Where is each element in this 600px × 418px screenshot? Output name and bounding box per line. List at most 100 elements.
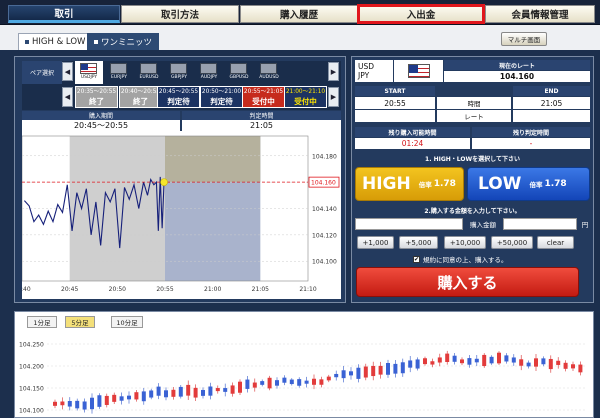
buy-button[interactable]: 購入する xyxy=(356,267,579,297)
timeframe-1min-button[interactable]: 1分足 xyxy=(27,316,57,328)
pair-next-arrow[interactable]: ▶ xyxy=(328,62,339,81)
low-payout-label: 倍率 xyxy=(529,181,543,189)
add-1000-button[interactable]: +1,000 xyxy=(357,236,394,249)
time-slot[interactable]: 20:40～20:55 終了 xyxy=(119,86,162,108)
candle-body xyxy=(90,397,94,410)
chevron-left-icon: ◀ xyxy=(64,93,71,101)
candle-body xyxy=(75,400,80,409)
judge-time-value: 21:05 xyxy=(182,120,341,131)
pair-code-top: USD xyxy=(358,62,375,71)
candle-body xyxy=(423,358,427,365)
pair-eurusd[interactable]: EURUSD xyxy=(135,61,163,84)
candle-body xyxy=(400,362,405,374)
tick-chart-svg: 104.180 104.160 104.140 104.120 104.100 20:40… xyxy=(13,135,340,293)
high-payout-value: 1.78 xyxy=(433,179,456,189)
candle-body xyxy=(275,380,279,386)
candle-body xyxy=(489,356,494,364)
multi-screen-button[interactable]: マルチ画面 xyxy=(501,32,547,46)
judge-time-label: 判定時間 xyxy=(182,111,341,120)
start-rate-value xyxy=(355,110,435,122)
timeframe-5min-button[interactable]: 5分足 xyxy=(65,316,95,328)
uk-flag-icon xyxy=(230,63,247,74)
candle-body xyxy=(482,354,487,367)
time-slot[interactable]: 21:00～21:10 受付中 xyxy=(284,86,327,108)
candle-body xyxy=(497,352,501,364)
pair-gbpusd[interactable]: GBPUSD xyxy=(225,61,253,84)
y-tick-label: 104.180 xyxy=(312,153,337,160)
time-slot[interactable]: 20:45～20:55 判定待 xyxy=(157,86,200,108)
candle-body xyxy=(67,400,72,407)
tab-purchase-history[interactable]: 購入履歴 xyxy=(240,5,358,23)
candle-body xyxy=(304,380,309,384)
pair-usdjpy[interactable]: USDJPY xyxy=(75,61,103,84)
pair-label: AUDJPY xyxy=(200,75,218,80)
current-rate-value: 104.160 xyxy=(444,71,590,82)
candle-body xyxy=(504,355,509,362)
square-icon xyxy=(94,40,98,44)
time-slot[interactable]: 20:50～21:00 判定待 xyxy=(200,86,243,108)
candle-body xyxy=(252,382,257,388)
low-button[interactable]: LOW 倍率 1.78 xyxy=(467,167,590,201)
pair-audusd[interactable]: AUDUSD xyxy=(255,61,283,84)
time-slot[interactable]: 20:35～20:55 終了 xyxy=(75,86,118,108)
amount-input[interactable] xyxy=(503,218,577,230)
pair-gbpjpy[interactable]: GBPJPY xyxy=(165,61,193,84)
uk-flag-icon xyxy=(170,63,187,74)
candle-body xyxy=(563,362,568,369)
tab-member-info[interactable]: 会員情報管理 xyxy=(485,5,595,23)
slot-prev-arrow[interactable]: ◀ xyxy=(62,87,73,107)
y-tick-label: 104.120 xyxy=(312,232,337,239)
tab-trading-method[interactable]: 取引方法 xyxy=(121,5,239,23)
candle-body xyxy=(556,360,561,365)
candle-body xyxy=(571,364,575,369)
candle-body xyxy=(319,379,324,385)
candle-body xyxy=(519,359,524,366)
candle-body xyxy=(60,401,65,406)
add-10000-button[interactable]: +10,000 xyxy=(444,236,486,249)
pair-audjpy[interactable]: AUDJPY xyxy=(195,61,223,84)
candle-body xyxy=(267,377,272,389)
candle-body xyxy=(119,396,124,401)
candle-body xyxy=(526,362,531,367)
candle-body xyxy=(467,358,472,365)
eu-flag-icon xyxy=(110,63,127,74)
end-value: 21:05 xyxy=(513,97,590,109)
au-flag-icon xyxy=(260,63,277,74)
amount-spacer-field xyxy=(355,218,463,230)
pair-eurjpy[interactable]: EURJPY xyxy=(105,61,133,84)
pair-select-label: ペア選択 xyxy=(22,61,62,84)
tab-one-minute[interactable]: ワンミニッツ xyxy=(87,33,160,50)
agree-checkbox[interactable]: ✔ xyxy=(413,255,420,263)
add-5000-button[interactable]: +5,000 xyxy=(399,236,438,249)
high-button[interactable]: HIGH 倍率 1.78 xyxy=(355,167,464,201)
candle-body xyxy=(371,365,376,377)
tab-high-low[interactable]: HIGH & LOW xyxy=(18,33,93,50)
candle-body xyxy=(474,358,479,363)
pair-prev-arrow[interactable]: ◀ xyxy=(62,62,73,81)
remaining-judge-label: 残り判定時間 xyxy=(472,127,590,137)
pair-label: GBPJPY xyxy=(171,75,187,80)
high-label: HIGH xyxy=(362,174,411,194)
slot-time: 20:45～20:55 xyxy=(158,89,199,95)
chevron-right-icon: ▶ xyxy=(330,67,337,76)
end-label: END xyxy=(513,86,590,96)
timeframe-10min-button[interactable]: 10分足 xyxy=(111,316,143,328)
x-tick-label: 20:50 xyxy=(109,286,126,293)
clear-button[interactable]: clear xyxy=(537,236,574,249)
add-50000-button[interactable]: +50,000 xyxy=(491,236,533,249)
tab-deposit-withdrawal[interactable]: 入出金 xyxy=(357,4,485,24)
start-value: 20:55 xyxy=(355,97,435,109)
candle-body xyxy=(141,391,146,402)
candle-body xyxy=(149,390,154,398)
slot-next-arrow[interactable]: ▶ xyxy=(328,87,339,107)
time-slot[interactable]: 20:55～21:05 受付中 xyxy=(242,86,285,108)
candle-body xyxy=(260,381,265,385)
slot-status: 判定待 xyxy=(167,97,190,106)
au-flag-icon xyxy=(200,63,217,74)
tick-chart: 104.180 104.160 104.140 104.120 104.100 20:40… xyxy=(13,131,341,299)
upper-judge-band xyxy=(165,136,261,183)
step2-instruction: 2.購入する金額を入力して下さい。 xyxy=(355,205,590,215)
candle-body xyxy=(230,385,235,394)
tab-trade[interactable]: 取引 xyxy=(8,5,120,23)
candle-body xyxy=(297,379,302,386)
